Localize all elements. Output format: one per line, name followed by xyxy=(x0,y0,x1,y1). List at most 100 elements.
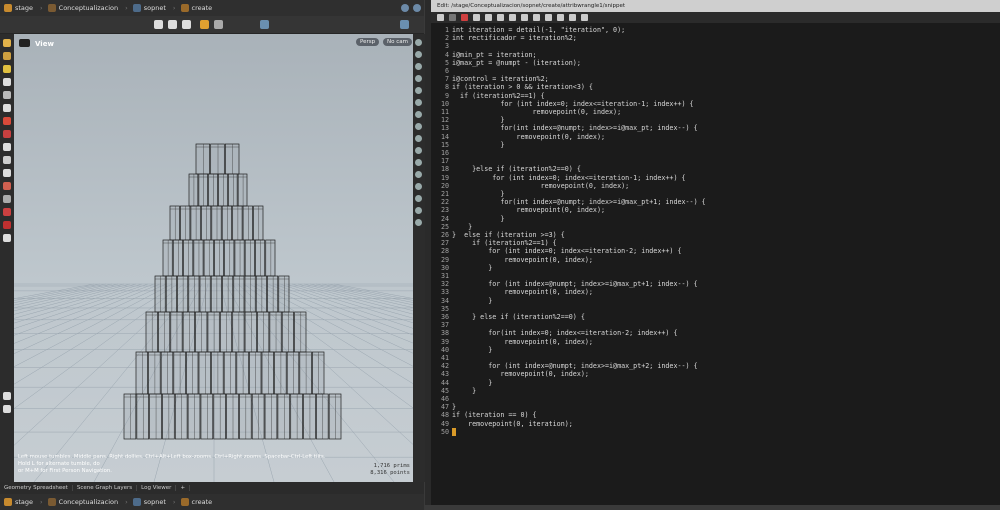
paint-icon[interactable] xyxy=(3,143,11,151)
code-line[interactable]: if (iteration > 0 && iteration<3) { xyxy=(452,83,593,91)
code-line[interactable]: for (int index=0; index<=iteration-2; in… xyxy=(452,247,681,255)
code-line[interactable]: } xyxy=(452,403,456,411)
grid-icon[interactable] xyxy=(3,182,11,190)
add-tab-icon[interactable]: + xyxy=(176,485,191,491)
comment-icon[interactable] xyxy=(533,14,540,21)
bone-icon[interactable] xyxy=(3,208,11,216)
bg-image-icon[interactable] xyxy=(415,219,422,226)
code-line[interactable]: }else if (iteration%2==0) { xyxy=(452,165,581,173)
camera-frame-icon[interactable] xyxy=(415,183,422,190)
path-segment-sopnet[interactable]: sopnet xyxy=(131,2,170,14)
code-line[interactable]: removepoint(0, index); xyxy=(452,288,593,296)
path-segment-create[interactable]: create xyxy=(179,2,217,14)
target-icon[interactable] xyxy=(3,234,11,242)
points-icon[interactable] xyxy=(415,75,422,82)
code-line[interactable]: for (int index=@numpt; index>=i@max_pt+2… xyxy=(452,362,697,370)
magnet-icon[interactable] xyxy=(3,130,11,138)
zoom-icon[interactable] xyxy=(3,405,11,413)
view-icon[interactable] xyxy=(3,91,11,99)
code-line[interactable]: removepoint(0, iteration); xyxy=(452,420,573,428)
xray-icon[interactable] xyxy=(415,171,422,178)
code-line[interactable]: } xyxy=(452,141,504,149)
handle-icon[interactable] xyxy=(3,65,11,73)
code-line[interactable]: i@min_pt = iteration; xyxy=(452,51,537,59)
code-line[interactable]: } xyxy=(452,379,492,387)
transform-icon[interactable] xyxy=(3,52,11,60)
visibility-icon[interactable] xyxy=(415,135,422,142)
path-segment-create[interactable]: create xyxy=(179,496,217,508)
wireframe-icon[interactable] xyxy=(415,63,422,70)
tab-geometry-spreadsheet[interactable]: Geometry Spreadsheet xyxy=(0,485,73,491)
wrap-icon[interactable] xyxy=(557,14,564,21)
code-line[interactable]: } xyxy=(452,387,476,395)
path-segment-conceptualizacion[interactable]: Conceptualizacion xyxy=(46,496,122,508)
code-line[interactable]: removepoint(0, index); xyxy=(452,182,630,190)
shading-icon[interactable] xyxy=(415,51,422,58)
redo-icon[interactable] xyxy=(449,14,456,21)
code-line[interactable]: int rectificador = iteration%2; xyxy=(452,34,577,42)
code-line[interactable]: removepoint(0, index); xyxy=(452,108,622,116)
code-line[interactable]: for (int index=@numpt; index>=i@max_pt+1… xyxy=(452,280,697,288)
hand-icon[interactable] xyxy=(3,392,11,400)
rotate-tool-icon[interactable] xyxy=(182,20,191,29)
display-icon[interactable] xyxy=(415,39,422,46)
undo-icon[interactable] xyxy=(437,14,444,21)
font-icon[interactable] xyxy=(569,14,576,21)
template-icon[interactable] xyxy=(415,159,422,166)
sculpt-icon[interactable] xyxy=(3,169,11,177)
pose-icon[interactable] xyxy=(3,156,11,164)
path-segment-sopnet[interactable]: sopnet xyxy=(131,496,170,508)
code-line[interactable]: if (iteration == 0) { xyxy=(452,411,537,419)
safe-area-icon[interactable] xyxy=(415,195,422,202)
tab-log-viewer[interactable]: Log Viewer xyxy=(137,485,177,491)
code-line[interactable]: i@control = iteration%2; xyxy=(452,75,549,83)
code-line[interactable]: for(int index=@numpt; index>=i@max_pt+1;… xyxy=(452,198,705,206)
path-segment-stage[interactable]: stage xyxy=(2,496,37,508)
code-line[interactable]: for(int index=0; index<=iteration-2; ind… xyxy=(452,329,677,337)
ring-icon[interactable] xyxy=(3,221,11,229)
code-line[interactable]: } xyxy=(452,116,504,124)
link-icon[interactable] xyxy=(413,4,421,12)
camera-menu[interactable]: No cam xyxy=(383,38,412,46)
normals-icon[interactable] xyxy=(415,87,422,94)
code-line[interactable]: removepoint(0, index); xyxy=(452,256,593,264)
light-icon[interactable] xyxy=(400,20,409,29)
tab-scene-graph-layers[interactable]: Scene Graph Layers xyxy=(73,485,138,491)
code-line[interactable]: } else if (iteration%2==0) { xyxy=(452,313,585,321)
code-line[interactable]: } xyxy=(452,297,492,305)
move-tool-icon[interactable] xyxy=(168,20,177,29)
code-line[interactable]: removepoint(0, index); xyxy=(452,370,589,378)
code-line[interactable]: if (iteration%2==1) { xyxy=(452,239,557,247)
path-segment-stage[interactable]: stage xyxy=(2,2,37,14)
code-line[interactable]: for (int index=0; index<=iteration-1; in… xyxy=(452,100,693,108)
replace-icon[interactable] xyxy=(509,14,516,21)
pointer-icon[interactable] xyxy=(3,78,11,86)
select-tool-icon[interactable] xyxy=(154,20,163,29)
ghost-icon[interactable] xyxy=(415,111,422,118)
scene-viewport[interactable]: View Persp No cam Left mouse tumbles. Mi… xyxy=(14,34,413,482)
grid-toggle-icon[interactable] xyxy=(415,207,422,214)
select-icon[interactable] xyxy=(3,39,11,47)
code-line[interactable]: } xyxy=(452,223,472,231)
code-line[interactable]: int iteration = detail(-1, "iteration", … xyxy=(452,26,625,34)
code-line[interactable]: } xyxy=(452,346,492,354)
background-icon[interactable] xyxy=(415,99,422,106)
paste-icon[interactable] xyxy=(485,14,492,21)
code-line[interactable]: removepoint(0, index); xyxy=(452,338,593,346)
settings-icon[interactable] xyxy=(581,14,588,21)
brush-icon[interactable] xyxy=(3,117,11,125)
code-line[interactable]: removepoint(0, index); xyxy=(452,206,605,214)
cut-icon[interactable] xyxy=(461,14,468,21)
snap-icon[interactable] xyxy=(200,20,209,29)
pin-icon[interactable] xyxy=(401,4,409,12)
code-line[interactable]: if (iteration%2==1) { xyxy=(452,92,545,100)
code-line[interactable]: } xyxy=(452,215,504,223)
isolate-icon[interactable] xyxy=(415,147,422,154)
code-area[interactable]: 1 int iteration = detail(-1, "iteration",… xyxy=(431,24,1000,505)
lighting-icon[interactable] xyxy=(415,123,422,130)
code-line[interactable]: i@max_pt = @numpt - (iteration); xyxy=(452,59,581,67)
format-icon[interactable] xyxy=(545,14,552,21)
measure-icon[interactable] xyxy=(3,195,11,203)
search-icon[interactable] xyxy=(497,14,504,21)
copy-icon[interactable] xyxy=(473,14,480,21)
